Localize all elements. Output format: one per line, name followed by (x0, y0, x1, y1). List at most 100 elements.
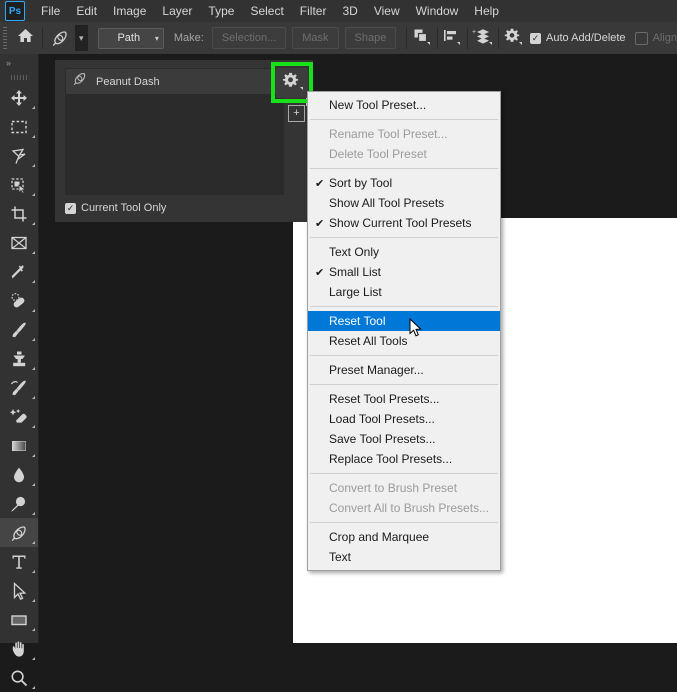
menu-item-preset-manager[interactable]: Preset Manager... (308, 360, 500, 380)
geometry-options-button[interactable] (503, 26, 524, 50)
menu-item-show-current-tool-presets[interactable]: ✔ Show Current Tool Presets (308, 213, 500, 233)
tool-dodge-tool[interactable] (0, 489, 38, 518)
tool-flyout-triangle-icon (32, 135, 35, 138)
geometry-options-caret-icon (518, 41, 522, 45)
tool-object-selection-tool[interactable] (0, 170, 38, 199)
tool-flyout-triangle-icon (32, 396, 35, 399)
auto-add-delete-label: Auto Add/Delete (546, 32, 626, 44)
eyedropper-icon (10, 263, 28, 281)
menu-item-label: Show Current Tool Presets (329, 216, 472, 230)
menu-item-help[interactable]: Help (466, 2, 507, 20)
menu-item-select[interactable]: Select (242, 2, 291, 20)
menu-item-edit[interactable]: Edit (68, 2, 105, 20)
menu-item-layer[interactable]: Layer (154, 2, 200, 20)
menu-item-label: Load Tool Presets... (329, 412, 435, 426)
menu-item-filter[interactable]: Filter (292, 2, 335, 20)
tool-type-tool[interactable] (0, 547, 38, 576)
current-tool-only-row[interactable]: ✓ Current Tool Only (65, 202, 166, 214)
menu-item-3d[interactable]: 3D (334, 2, 365, 20)
blur-droplet-icon (10, 466, 28, 484)
tool-history-brush-tool[interactable] (0, 373, 38, 402)
make-selection-button[interactable]: Selection... (211, 27, 287, 49)
tool-eraser-tool[interactable] (0, 402, 38, 431)
tool-eyedropper-tool[interactable] (0, 257, 38, 286)
tool-flyout-triangle-icon (32, 512, 35, 515)
path-selection-arrow-icon (10, 581, 28, 600)
tool-lasso-tool[interactable] (0, 141, 38, 170)
path-operations-icon (412, 27, 429, 49)
menu-item-reset-tool[interactable]: Reset Tool (308, 311, 500, 331)
menu-item-sort-by-tool[interactable]: ✔ Sort by Tool (308, 173, 500, 193)
path-alignment-button[interactable] (441, 26, 462, 50)
menu-separator (310, 237, 498, 238)
tool-rectangle-tool[interactable] (0, 605, 38, 634)
menu-item-text-only[interactable]: Text Only (308, 242, 500, 262)
tool-move-tool[interactable] (0, 83, 38, 112)
options-bar-gripper[interactable] (3, 27, 8, 49)
tools-panel-gripper[interactable] (0, 71, 38, 83)
home-icon (17, 28, 34, 48)
tool-flyout-triangle-icon (32, 309, 35, 312)
menu-item-crop-and-marquee[interactable]: Crop and Marquee (308, 527, 500, 547)
menu-item-new-tool-preset[interactable]: New Tool Preset... (308, 95, 500, 115)
tool-path-selection-tool[interactable] (0, 576, 38, 605)
menu-item-replace-tool-presets[interactable]: Replace Tool Presets... (308, 449, 500, 469)
move-icon (10, 89, 28, 107)
tool-presets-list[interactable]: Peanut Dash (65, 68, 284, 195)
align-label: Align (652, 32, 677, 44)
menu-item-load-tool-presets[interactable]: Load Tool Presets... (308, 409, 500, 429)
checkbox-checked-icon: ✓ (530, 32, 542, 44)
path-operations-button[interactable] (411, 26, 432, 50)
make-label: Make: (173, 32, 204, 44)
tools-panel-collapse-button[interactable]: » (0, 54, 38, 71)
auto-add-delete-checkbox[interactable]: ✓ Auto Add/Delete (530, 32, 626, 44)
menu-item-window[interactable]: Window (408, 2, 467, 20)
menu-item-label: Text Only (329, 245, 380, 259)
tool-flyout-triangle-icon (32, 686, 35, 689)
path-arrangement-button[interactable]: + (472, 26, 494, 50)
tool-zoom-tool[interactable] (0, 663, 38, 692)
menu-item-large-list[interactable]: Large List (308, 282, 500, 302)
tool-preset-picker-caret[interactable]: ▾ (74, 25, 88, 51)
home-button[interactable] (13, 25, 38, 51)
active-tool-chip[interactable]: ▾ (47, 25, 88, 51)
tool-frame-tool[interactable] (0, 228, 38, 257)
tool-gradient-tool[interactable] (0, 431, 38, 460)
tool-pen-tool[interactable] (0, 518, 38, 547)
menu-item-save-tool-presets[interactable]: Save Tool Presets... (308, 429, 500, 449)
menu-separator (310, 384, 498, 385)
path-arrangement-caret-icon (488, 41, 492, 45)
align-checkbox[interactable]: ✓ Align (634, 31, 677, 45)
make-mask-button[interactable]: Mask (292, 27, 339, 49)
menu-item-label: Sort by Tool (329, 176, 393, 190)
menu-item-image[interactable]: Image (105, 2, 154, 20)
tool-spot-healing-brush-tool[interactable] (0, 286, 38, 315)
tool-hand-tool[interactable] (0, 634, 38, 663)
tool-rectangular-marquee-tool[interactable] (0, 112, 38, 141)
pen-tool-icon (72, 71, 88, 92)
menu-item-label: Reset Tool (329, 314, 386, 328)
menu-item-small-list[interactable]: ✔ Small List (308, 262, 500, 282)
tool-crop-tool[interactable] (0, 199, 38, 228)
path-mode-select[interactable]: Path ▾ (97, 27, 164, 49)
options-divider-3 (436, 27, 438, 49)
menu-item-file[interactable]: File (33, 2, 68, 20)
menu-item-text[interactable]: Text (308, 547, 500, 567)
tool-clone-stamp-tool[interactable] (0, 344, 38, 373)
tool-brush-tool[interactable] (0, 315, 38, 344)
brush-icon (10, 321, 28, 339)
path-alignment-icon (442, 27, 459, 49)
make-shape-button[interactable]: Shape (344, 27, 397, 49)
create-new-tool-preset-button[interactable]: + (288, 105, 305, 122)
menu-item-type[interactable]: Type (200, 2, 242, 20)
tool-blur-tool[interactable] (0, 460, 38, 489)
menu-item-show-all-tool-presets[interactable]: Show All Tool Presets (308, 193, 500, 213)
menu-item-view[interactable]: View (366, 2, 408, 20)
quick-selection-icon (10, 176, 28, 194)
pen-tool-icon (47, 25, 75, 51)
menu-item-reset-all-tools[interactable]: Reset All Tools (308, 331, 500, 351)
menu-item-label: Reset All Tools (329, 334, 408, 348)
menu-item-reset-tool-presets[interactable]: Reset Tool Presets... (308, 389, 500, 409)
checkmark-icon: ✔ (315, 266, 325, 279)
tool-preset-item[interactable]: Peanut Dash (66, 69, 283, 94)
